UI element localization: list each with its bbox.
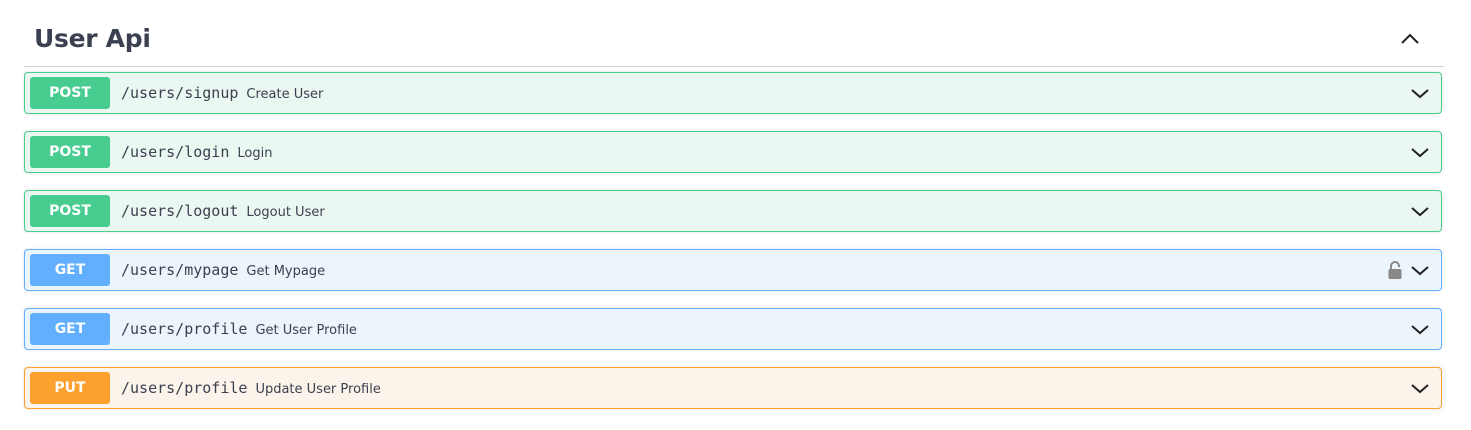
operation-get-users-profile[interactable]: GET /users/profile Get User Profile <box>24 308 1442 350</box>
operation-post-users-logout[interactable]: POST /users/logout Logout User <box>24 190 1442 232</box>
path-text: /users/profile <box>121 379 248 397</box>
operation-post-users-signup[interactable]: POST /users/signup Create User <box>24 72 1442 114</box>
operation-get-users-mypage[interactable]: GET /users/mypage Get Mypage <box>24 249 1442 291</box>
chevron-down-icon[interactable] <box>1409 202 1431 220</box>
method-badge: POST <box>30 136 110 168</box>
path-text: /users/signup <box>121 84 239 102</box>
chevron-down-icon[interactable] <box>1409 379 1431 397</box>
lock-icon[interactable] <box>1387 260 1403 280</box>
chevron-down-icon[interactable] <box>1409 320 1431 338</box>
method-badge: GET <box>30 254 110 286</box>
operation-put-users-profile[interactable]: PUT /users/profile Update User Profile <box>24 367 1442 409</box>
user-api-section: User Api POST /users/signup Create User P… <box>0 0 1471 430</box>
operation-summary: Update User Profile <box>255 382 381 397</box>
operation-path: /users/profile Get User Profile <box>121 320 357 338</box>
tag-title: User Api <box>34 24 151 53</box>
method-badge: POST <box>30 77 110 109</box>
operation-summary: Login <box>237 146 273 161</box>
path-text: /users/login <box>121 143 230 161</box>
method-badge: GET <box>30 313 110 345</box>
operation-path: /users/profile Update User Profile <box>121 379 381 397</box>
chevron-up-icon[interactable] <box>1396 28 1424 50</box>
path-text: /users/logout <box>121 202 239 220</box>
operation-path: /users/logout Logout User <box>121 202 325 220</box>
path-text: /users/mypage <box>121 261 239 279</box>
operation-summary: Create User <box>246 87 324 102</box>
method-badge: PUT <box>30 372 110 404</box>
chevron-down-icon[interactable] <box>1409 84 1431 102</box>
operation-post-users-login[interactable]: POST /users/login Login <box>24 131 1442 173</box>
chevron-down-icon[interactable] <box>1409 261 1431 279</box>
path-text: /users/profile <box>121 320 248 338</box>
operation-path: /users/signup Create User <box>121 84 323 102</box>
operation-path: /users/mypage Get Mypage <box>121 261 325 279</box>
tag-header[interactable]: User Api <box>24 14 1444 67</box>
operation-summary: Logout User <box>246 205 325 220</box>
operation-path: /users/login Login <box>121 143 272 161</box>
method-badge: POST <box>30 195 110 227</box>
chevron-down-icon[interactable] <box>1409 143 1431 161</box>
operation-summary: Get User Profile <box>255 323 357 338</box>
operation-summary: Get Mypage <box>246 264 326 279</box>
